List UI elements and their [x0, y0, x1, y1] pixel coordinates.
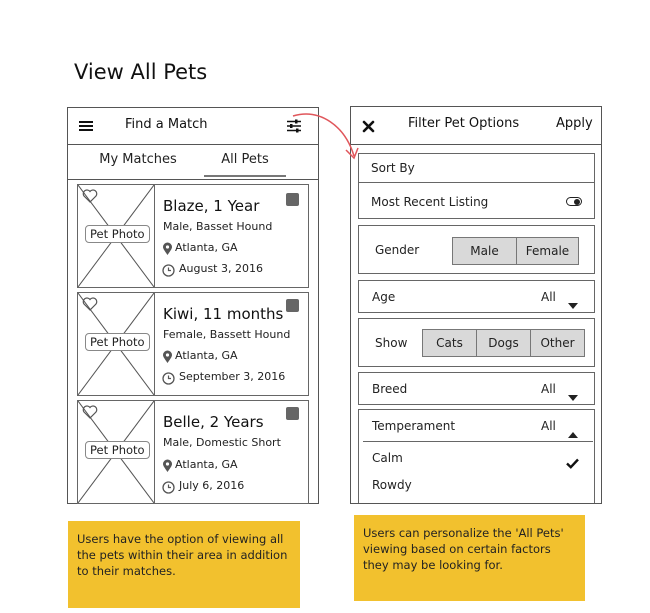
page-title: View All Pets: [74, 60, 208, 84]
pet-photo: Pet Photo: [78, 185, 155, 287]
temperament-option-calm[interactable]: Calm: [372, 451, 403, 465]
location-pin-icon: [162, 349, 173, 368]
breed-label: Breed: [372, 382, 408, 396]
chevron-down-icon: [568, 386, 578, 405]
connector-arrow: [292, 113, 359, 160]
filter-header-title: Filter Pet Options: [408, 116, 520, 131]
pet-card[interactable]: Pet Photo Kiwi, 11 months Female, Basset…: [77, 292, 309, 396]
pet-name: Kiwi, 11 months: [163, 305, 284, 323]
pet-breed: Male, Domestic Short: [163, 436, 281, 449]
find-a-match-header: Find a Match: [68, 108, 318, 145]
pet-location: Atlanta, GA: [175, 349, 238, 362]
age-value: All: [541, 290, 556, 304]
age-label: Age: [372, 290, 396, 304]
select-checkbox[interactable]: [286, 193, 299, 206]
pet-location: Atlanta, GA: [175, 241, 238, 254]
sort-divider: [359, 182, 594, 183]
tab-my-matches[interactable]: My Matches: [88, 152, 188, 167]
show-cats-option[interactable]: Cats: [422, 329, 477, 357]
chevron-down-icon: [568, 294, 578, 313]
filter-header: Filter Pet Options Apply: [351, 107, 601, 145]
temperament-option-rowdy[interactable]: Rowdy: [372, 478, 412, 492]
age-dropdown[interactable]: Age All: [358, 280, 595, 313]
pet-photo-label: Pet Photo: [85, 333, 150, 351]
active-tab-indicator: [204, 175, 286, 177]
pet-photo: Pet Photo: [78, 401, 155, 503]
most-recent-label: Most Recent Listing: [371, 195, 489, 209]
gender-section: Gender Male Female: [358, 225, 595, 274]
sticky-note-right: Users can personalize the 'All Pets' vie…: [354, 515, 585, 601]
pet-photo-label: Pet Photo: [85, 441, 150, 459]
clock-icon: [162, 262, 175, 281]
find-a-match-screen: Find a Match My Matches All Pets Pet Pho…: [67, 107, 319, 504]
pet-name: Blaze, 1 Year: [163, 197, 260, 215]
toggle-icon[interactable]: [566, 197, 582, 206]
select-checkbox[interactable]: [286, 407, 299, 420]
pet-photo: Pet Photo: [78, 293, 155, 395]
pet-name: Belle, 2 Years: [163, 413, 264, 431]
pet-card[interactable]: Pet Photo Belle, 2 Years Male, Domestic …: [77, 400, 309, 504]
header-title: Find a Match: [125, 117, 208, 132]
sort-by-section: Sort By Most Recent Listing: [358, 153, 595, 219]
clock-icon: [162, 370, 175, 389]
heart-icon[interactable]: [82, 297, 98, 316]
tab-all-pets[interactable]: All Pets: [204, 152, 286, 167]
pet-date: July 6, 2016: [179, 479, 245, 492]
sticky-note-left: Users have the option of viewing all the…: [68, 521, 300, 608]
gender-male-option[interactable]: Male: [452, 237, 517, 265]
temperament-dropdown[interactable]: Temperament All Calm Rowdy: [358, 409, 595, 503]
heart-icon[interactable]: [82, 405, 98, 424]
pet-breed: Male, Basset Hound: [163, 220, 273, 233]
checkmark-icon: [566, 454, 579, 473]
heart-icon[interactable]: [82, 189, 98, 208]
chevron-up-icon: [568, 423, 578, 442]
apply-button[interactable]: Apply: [556, 116, 593, 131]
show-section: Show Cats Dogs Other: [358, 318, 595, 367]
pet-photo-label: Pet Photo: [85, 225, 150, 243]
temperament-label: Temperament: [372, 419, 456, 433]
select-checkbox[interactable]: [286, 299, 299, 312]
sort-by-label: Sort By: [371, 161, 415, 175]
show-dogs-option[interactable]: Dogs: [476, 329, 531, 357]
temperament-value: All: [541, 419, 556, 433]
gender-label: Gender: [375, 243, 420, 257]
tab-bar: My Matches All Pets: [68, 145, 318, 180]
menu-icon[interactable]: [79, 119, 93, 133]
pet-location: Atlanta, GA: [175, 458, 238, 471]
filter-pet-options-screen: Filter Pet Options Apply Sort By Most Re…: [350, 106, 602, 504]
clock-icon: [162, 479, 175, 498]
pet-card[interactable]: Pet Photo Blaze, 1 Year Male, Basset Hou…: [77, 184, 309, 288]
pet-date: September 3, 2016: [179, 370, 286, 383]
location-pin-icon: [162, 241, 173, 260]
temperament-divider: [363, 441, 593, 442]
breed-value: All: [541, 382, 556, 396]
pet-date: August 3, 2016: [179, 262, 263, 275]
pet-breed: Female, Bassett Hound: [163, 328, 291, 341]
show-label: Show: [375, 336, 408, 350]
breed-dropdown[interactable]: Breed All: [358, 372, 595, 405]
show-other-option[interactable]: Other: [530, 329, 585, 357]
location-pin-icon: [162, 458, 173, 477]
gender-female-option[interactable]: Female: [516, 237, 579, 265]
